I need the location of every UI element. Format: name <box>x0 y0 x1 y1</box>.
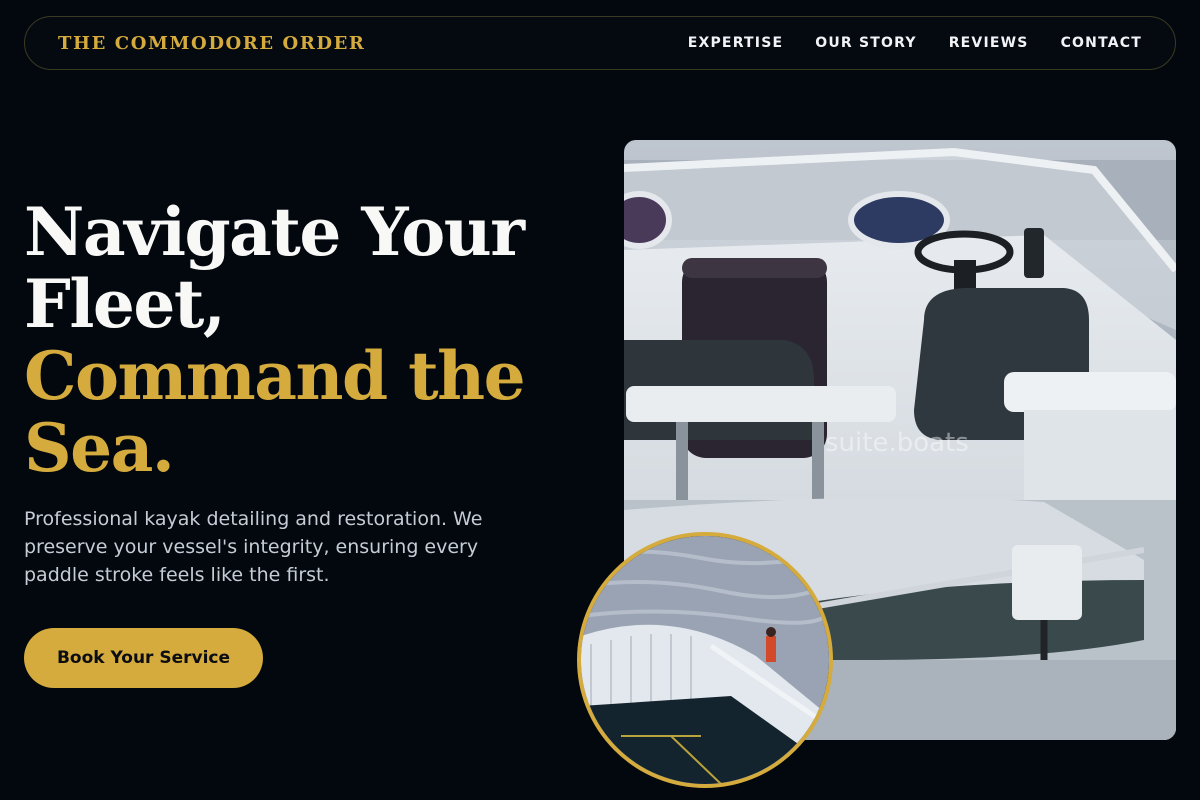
headline-line-2: Fleet, <box>24 265 226 343</box>
headline-line-3: Command the <box>24 337 526 415</box>
nav-link-expertise[interactable]: EXPERTISE <box>688 35 784 51</box>
brand-logo[interactable]: THE COMMODORE ORDER <box>58 33 365 54</box>
photo-watermark: suite.boats <box>825 428 969 458</box>
headline-line-1: Navigate Your <box>24 193 525 271</box>
nav-link-reviews[interactable]: REVIEWS <box>949 35 1029 51</box>
book-service-button[interactable]: Book Your Service <box>24 628 263 688</box>
top-nav: THE COMMODORE ORDER EXPERTISE OUR STORY … <box>24 16 1176 70</box>
hero-headline: Navigate Your Fleet, Command the Sea. <box>24 193 526 487</box>
hero-description: Professional kayak detailing and restora… <box>24 508 483 586</box>
headline-line-4: Sea. <box>24 409 175 487</box>
nav-menu: EXPERTISE OUR STORY REVIEWS CONTACT <box>688 35 1142 51</box>
ship-deck-photo <box>577 532 833 788</box>
nav-link-contact[interactable]: CONTACT <box>1061 35 1142 51</box>
nav-link-our-story[interactable]: OUR STORY <box>815 35 916 51</box>
